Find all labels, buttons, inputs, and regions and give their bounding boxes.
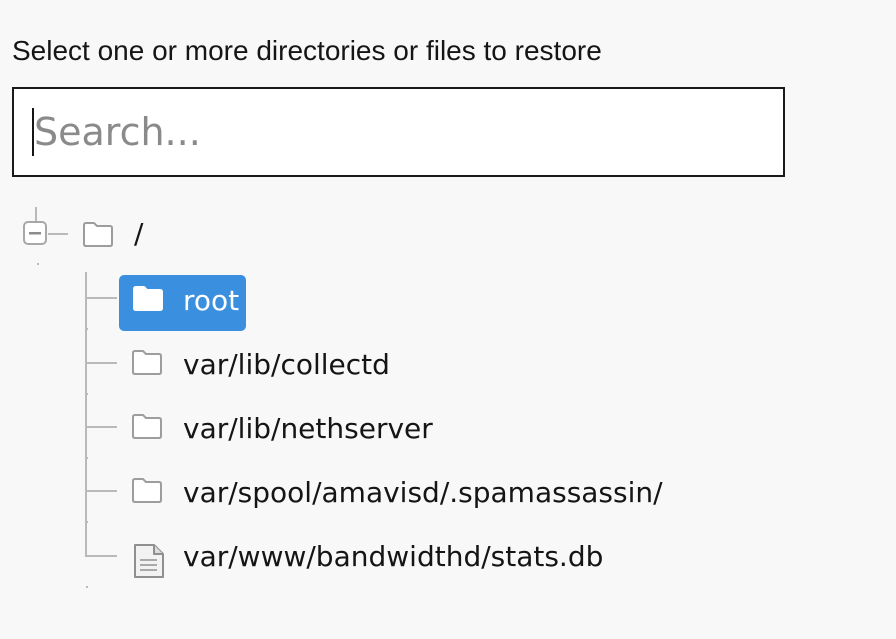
folder-outline-icon bbox=[82, 220, 114, 252]
tree-line bbox=[48, 233, 68, 235]
tree-node-label: var/lib/nethserver bbox=[183, 412, 433, 445]
folder-outline-icon bbox=[131, 476, 163, 508]
tree-line bbox=[85, 272, 87, 557]
tree-node-root-label[interactable]: / bbox=[134, 214, 143, 254]
tree-node-var-lib-nethserver[interactable]: var/lib/nethserver bbox=[119, 403, 433, 459]
tree-node-var-lib-collectd[interactable]: var/lib/collectd bbox=[119, 339, 390, 395]
tree-node-label: var/www/bandwidthd/stats.db bbox=[183, 540, 604, 573]
tree-line bbox=[85, 426, 117, 428]
search-input[interactable] bbox=[12, 87, 785, 177]
tree-line bbox=[86, 457, 88, 459]
tree-node-var-spool-amavisd[interactable]: var/spool/amavisd/.spamassassin/ bbox=[119, 467, 663, 523]
tree-line bbox=[85, 362, 117, 364]
restore-instruction: Select one or more directories or files … bbox=[12, 35, 602, 66]
tree-node-root-dir[interactable]: root bbox=[119, 275, 246, 331]
tree-node-label: var/spool/amavisd/.spamassassin/ bbox=[183, 476, 663, 509]
file-icon bbox=[132, 543, 166, 583]
tree-line bbox=[86, 521, 88, 523]
tree-line bbox=[86, 328, 88, 330]
tree-line bbox=[86, 393, 88, 395]
restore-selector: Select one or more directories or files … bbox=[0, 0, 896, 639]
folder-outline-icon bbox=[131, 348, 163, 380]
text-caret bbox=[32, 108, 34, 156]
tree-node-stats-db[interactable]: var/www/bandwidthd/stats.db bbox=[119, 531, 609, 587]
tree-line bbox=[37, 263, 39, 265]
tree-line bbox=[86, 586, 88, 588]
tree-node-label: var/lib/collectd bbox=[183, 348, 390, 381]
tree-line bbox=[85, 297, 117, 299]
folder-outline-icon bbox=[131, 412, 163, 444]
collapse-toggle-icon[interactable] bbox=[23, 221, 47, 245]
tree-line bbox=[85, 490, 117, 492]
folder-solid-icon bbox=[132, 284, 164, 316]
tree-line bbox=[85, 555, 117, 557]
tree-line bbox=[35, 207, 37, 221]
tree-node-label: root bbox=[183, 284, 240, 317]
